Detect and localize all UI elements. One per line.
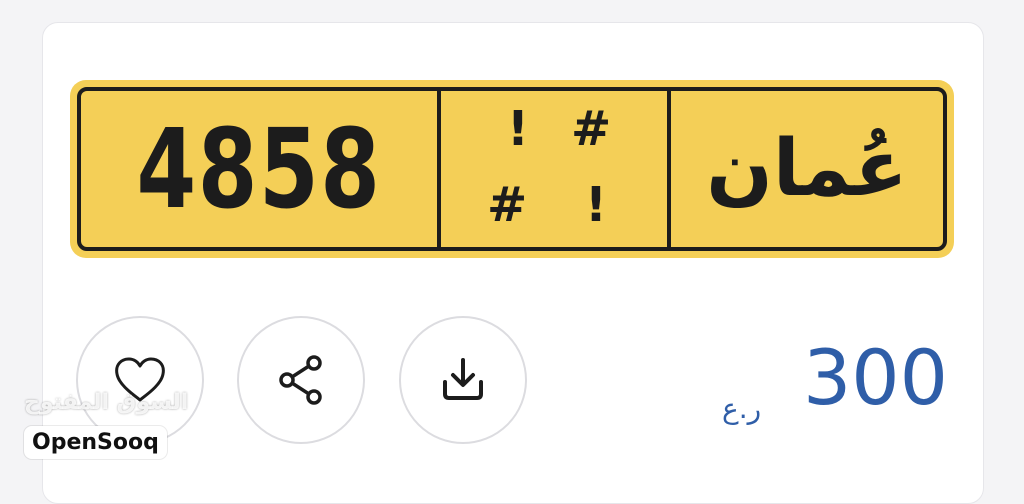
plate-code-char: # [571,101,612,157]
price-value: 300 [802,333,948,422]
watermark-brand: OpenSooq [24,426,167,459]
plate-code: ! # # ! [441,91,667,247]
plate-number: 4858 [136,105,382,233]
download-button[interactable] [399,316,527,444]
share-icon [279,355,322,405]
license-plate-frame: 4858 ! # # ! عُمان [77,87,947,251]
plate-code-char: ! [507,101,529,157]
plate-code-char: # [487,177,528,233]
share-button[interactable] [237,316,365,444]
plate-country: عُمان [706,124,908,214]
price-currency: ر.ع [722,392,762,425]
download-icon [443,358,483,400]
license-plate: 4858 ! # # ! عُمان [70,80,954,258]
watermark-arabic: السوق المفتوح [24,390,189,415]
plate-code-char: ! [585,177,607,233]
favorite-button[interactable] [76,316,204,444]
